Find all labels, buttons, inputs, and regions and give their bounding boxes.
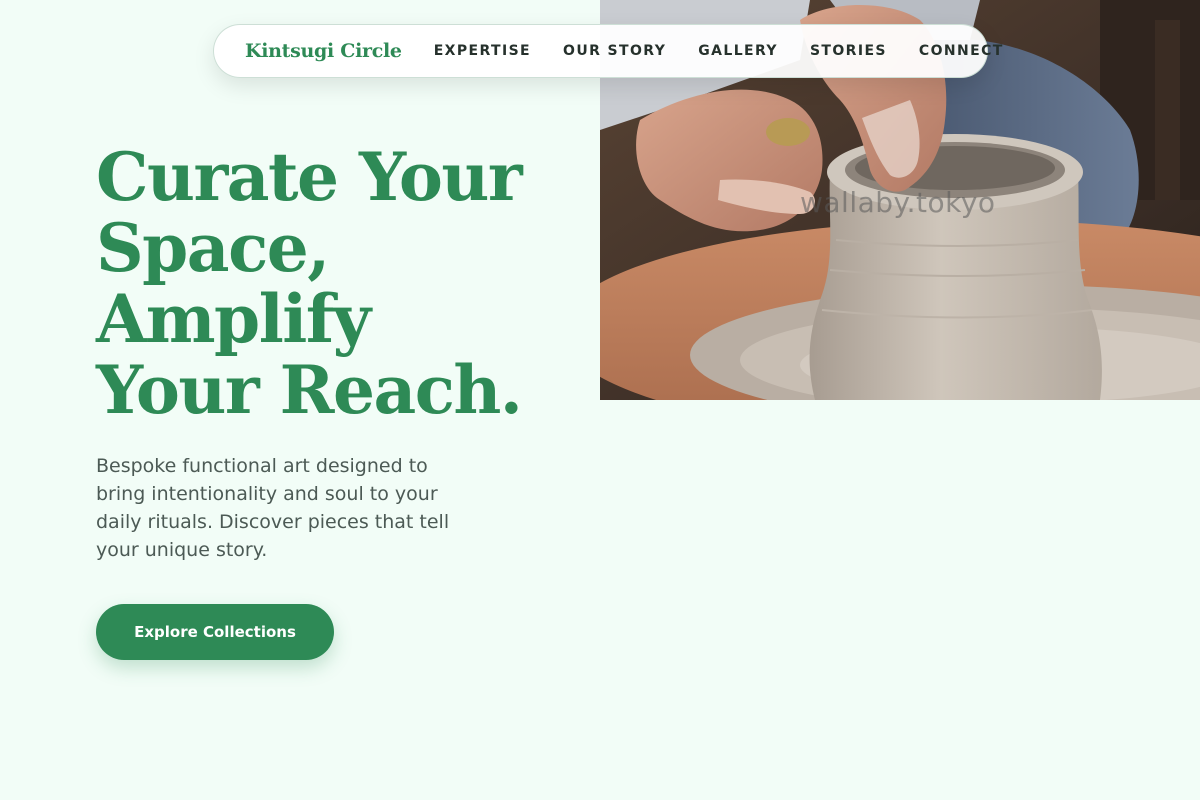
nav-link-gallery[interactable]: GALLERY <box>698 43 778 59</box>
nav-link-expertise[interactable]: EXPERTISE <box>434 43 531 59</box>
nav-links: EXPERTISE OUR STORY GALLERY STORIES CONN… <box>434 43 1004 59</box>
headline-line: Your Reach. <box>96 351 523 429</box>
hero-headline: Curate Your Space, Amplify Your Reach. <box>96 142 566 426</box>
nav-link-connect[interactable]: CONNECT <box>919 43 1004 59</box>
image-watermark: wallaby.tokyo <box>800 186 996 219</box>
brand-logo[interactable]: Kintsugi Circle <box>245 40 402 62</box>
headline-line: Amplify <box>96 280 371 358</box>
nav-link-our-story[interactable]: OUR STORY <box>563 43 666 59</box>
top-navigation: Kintsugi Circle EXPERTISE OUR STORY GALL… <box>213 24 1002 78</box>
headline-line: Space, <box>96 209 330 287</box>
nav-link-stories[interactable]: STORIES <box>810 43 887 59</box>
landing-page: wallaby.tokyo Kintsugi Circle EXPERTISE … <box>0 0 1200 800</box>
hero-subtext: Bespoke functional art designed to bring… <box>96 455 450 561</box>
explore-collections-button[interactable]: Explore Collections <box>96 604 334 660</box>
headline-line: Curate Your <box>96 138 523 216</box>
